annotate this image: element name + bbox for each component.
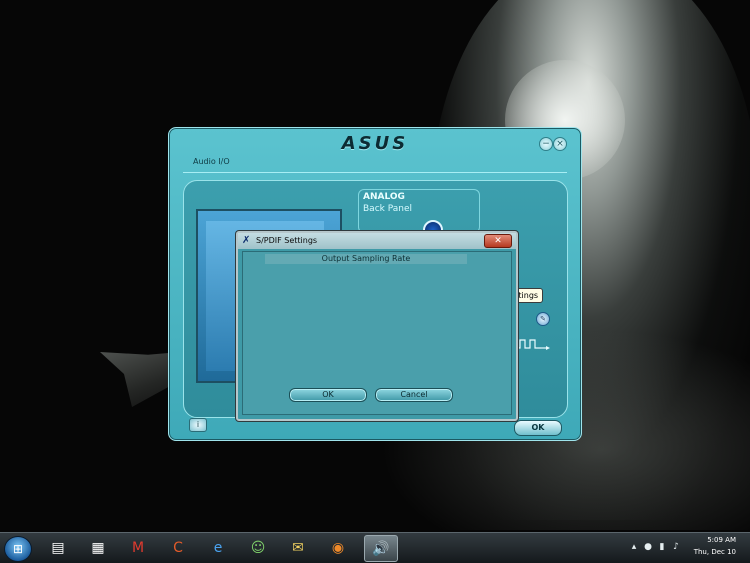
dialog-app-icon: ✗: [242, 235, 251, 246]
tab-bar: Audio I/O: [183, 156, 567, 173]
dialog-cancel-button[interactable]: Cancel: [375, 388, 453, 402]
dialog-ok-button[interactable]: OK: [289, 388, 367, 402]
asus-header: ASUS: [169, 128, 581, 158]
clock-time[interactable]: 5:09 AM: [707, 536, 736, 544]
internet-explorer-icon[interactable]: e: [202, 535, 234, 560]
minimize-button[interactable]: −: [539, 137, 553, 151]
info-icon[interactable]: i: [189, 418, 207, 432]
ccleaner-icon[interactable]: C: [162, 535, 194, 560]
analog-section: ANALOG Back Panel: [358, 189, 480, 240]
messenger-icon[interactable]: ☺: [242, 535, 274, 560]
mail-icon[interactable]: ✉: [282, 535, 314, 560]
dialog-title: S/PDIF Settings: [256, 236, 318, 245]
asus-logo: ASUS: [341, 132, 409, 154]
tab-audio-io[interactable]: Audio I/O: [193, 157, 230, 166]
taskbar: ⊞ ▤ ▦ M C e ☺ ✉ ◉ 🔊 ▴ ● ▮ ♪ 5:09 AM Thu,…: [0, 532, 750, 563]
firefox-icon[interactable]: ◉: [322, 535, 354, 560]
dialog-close-button[interactable]: ✕: [484, 234, 512, 248]
analog-subtitle: Back Panel: [363, 204, 412, 214]
tray-app-icon[interactable]: ●: [643, 542, 653, 552]
digital-output-icon: [516, 339, 550, 350]
clock-date[interactable]: Thu, Dec 10: [694, 548, 736, 556]
dialog-body: Output Sampling Rate OK Cancel: [242, 251, 512, 415]
speaker-app-icon[interactable]: 🔊: [364, 535, 398, 562]
system-tray: ▴ ● ▮ ♪ 5:09 AM Thu, Dec 10: [615, 533, 750, 563]
spdif-settings-dialog: ✗ S/PDIF Settings ✕ Output Sampling Rate…: [236, 231, 518, 421]
analog-title: ANALOG: [363, 192, 405, 202]
main-ok-button[interactable]: OK: [514, 420, 562, 436]
tray-network-icon[interactable]: ▮: [657, 542, 667, 552]
windows-explorer-icon[interactable]: ▤: [42, 535, 74, 560]
output-sampling-rate-header: Output Sampling Rate: [265, 254, 467, 264]
start-button[interactable]: ⊞: [4, 536, 32, 562]
spdif-settings-icon[interactable]: ✎: [536, 312, 550, 326]
dialog-titlebar: ✗ S/PDIF Settings ✕: [238, 233, 516, 249]
gmail-icon[interactable]: M: [122, 535, 154, 560]
folder-icon[interactable]: ▦: [82, 535, 114, 560]
tray-volume-icon[interactable]: ♪: [671, 542, 681, 552]
close-button[interactable]: ×: [553, 137, 567, 151]
tray-arrow-icon[interactable]: ▴: [629, 542, 639, 552]
